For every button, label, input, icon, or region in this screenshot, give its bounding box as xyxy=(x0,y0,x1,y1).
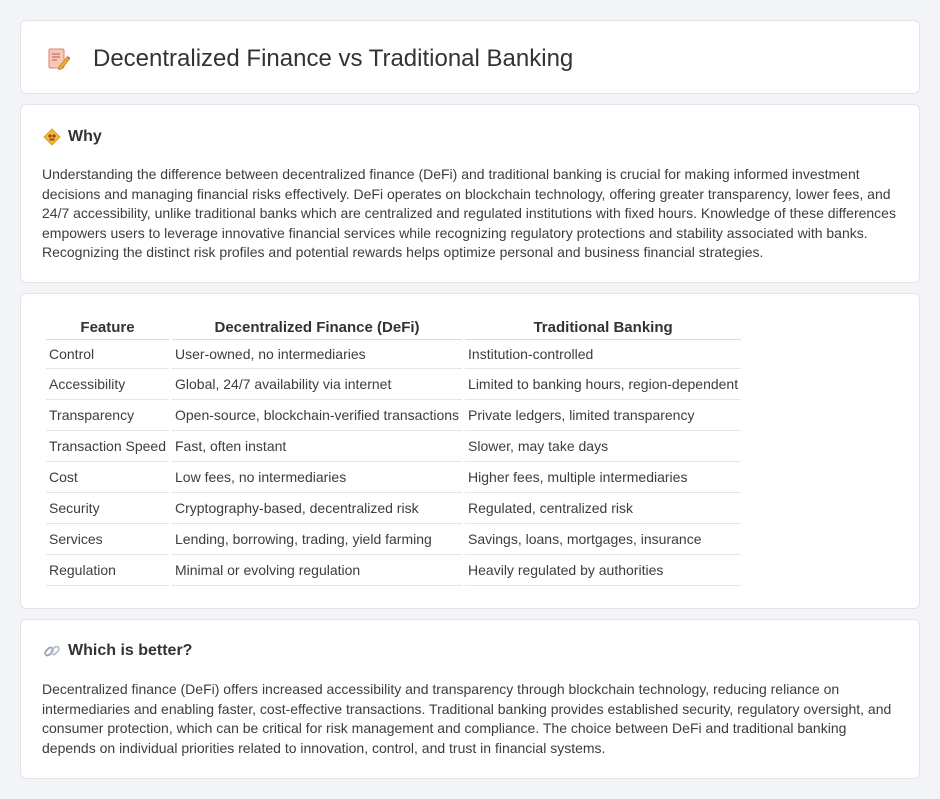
cell-feature: Control xyxy=(46,340,169,369)
cell-feature: Accessibility xyxy=(46,369,169,400)
cell-defi: Global, 24/7 availability via internet xyxy=(172,369,463,400)
header-card: Decentralized Finance vs Traditional Ban… xyxy=(20,20,920,94)
cell-defi: Lending, borrowing, trading, yield farmi… xyxy=(172,524,463,555)
cell-traditional: Regulated, centralized risk xyxy=(465,493,742,524)
better-text: Decentralized finance (DeFi) offers incr… xyxy=(42,681,892,756)
table-row: Control User-owned, no intermediaries In… xyxy=(46,340,742,369)
table-row: Services Lending, borrowing, trading, yi… xyxy=(46,524,742,555)
table-row: Transaction Speed Fast, often instant Sl… xyxy=(46,431,742,462)
cell-feature: Transparency xyxy=(46,400,169,431)
header-defi: Decentralized Finance (DeFi) xyxy=(172,317,463,340)
table-row: Transparency Open-source, blockchain-ver… xyxy=(46,400,742,431)
why-heading: Why xyxy=(43,127,102,147)
document-pencil-icon xyxy=(48,48,71,70)
table-header-row: Feature Decentralized Finance (DeFi) Tra… xyxy=(46,317,742,340)
cell-traditional: Institution-controlled xyxy=(465,340,742,369)
cell-traditional: Limited to banking hours, region-depende… xyxy=(465,369,742,400)
cell-feature: Services xyxy=(46,524,169,555)
better-heading: Which is better? xyxy=(43,641,192,661)
comparison-section: Feature Decentralized Finance (DeFi) Tra… xyxy=(20,293,920,609)
cell-defi: Open-source, blockchain-verified transac… xyxy=(172,400,463,431)
cell-feature: Cost xyxy=(46,462,169,493)
cell-feature: Transaction Speed xyxy=(46,431,169,462)
better-title: Which is better? xyxy=(68,642,193,659)
header-traditional: Traditional Banking xyxy=(465,317,742,340)
page-title: Decentralized Finance vs Traditional Ban… xyxy=(93,45,574,72)
table-row: Security Cryptography-based, decentraliz… xyxy=(46,493,742,524)
cell-traditional: Slower, may take days xyxy=(465,431,742,462)
cell-traditional: Savings, loans, mortgages, insurance xyxy=(465,524,742,555)
cell-feature: Security xyxy=(46,493,169,524)
why-section: Why Understanding the difference between… xyxy=(20,104,920,283)
which-is-better-section: Which is better? Decentralized finance (… xyxy=(20,619,920,779)
cell-defi: User-owned, no intermediaries xyxy=(172,340,463,369)
link-icon xyxy=(44,645,60,657)
table-row: Cost Low fees, no intermediaries Higher … xyxy=(46,462,742,493)
table-row: Regulation Minimal or evolving regulatio… xyxy=(46,555,742,586)
why-text: Understanding the difference between dec… xyxy=(42,166,896,261)
cell-traditional: Private ledgers, limited transparency xyxy=(465,400,742,431)
table-row: Accessibility Global, 24/7 availability … xyxy=(46,369,742,400)
why-title: Why xyxy=(68,128,102,145)
header-feature: Feature xyxy=(46,317,169,340)
cell-defi: Cryptography-based, decentralized risk xyxy=(172,493,463,524)
lightbulb-diamond-icon xyxy=(43,128,61,146)
cell-defi: Fast, often instant xyxy=(172,431,463,462)
cell-defi: Minimal or evolving regulation xyxy=(172,555,463,586)
cell-traditional: Higher fees, multiple intermediaries xyxy=(465,462,742,493)
cell-defi: Low fees, no intermediaries xyxy=(172,462,463,493)
cell-traditional: Heavily regulated by authorities xyxy=(465,555,742,586)
cell-feature: Regulation xyxy=(46,555,169,586)
comparison-table: Feature Decentralized Finance (DeFi) Tra… xyxy=(43,317,744,586)
